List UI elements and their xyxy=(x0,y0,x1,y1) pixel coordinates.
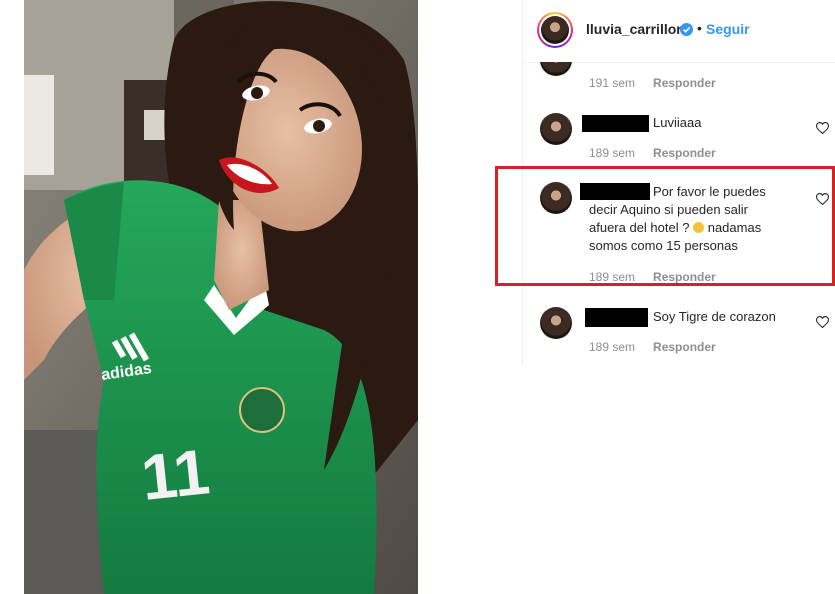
verified-badge-icon xyxy=(680,23,693,36)
comment-text: Soy Tigre de corazon xyxy=(653,309,776,324)
comment-time[interactable]: 191 sem xyxy=(589,76,635,90)
comment-meta: 191 sem Responder xyxy=(589,76,716,90)
comment-time[interactable]: 189 sem xyxy=(589,146,635,160)
post-header: lluvia_carrillor • Seguir xyxy=(523,0,835,63)
comment-avatar[interactable] xyxy=(540,307,572,339)
follow-button[interactable]: Seguir xyxy=(706,21,750,37)
reply-button[interactable]: Responder xyxy=(653,76,716,90)
heart-icon[interactable] xyxy=(816,316,829,328)
heart-icon[interactable] xyxy=(816,122,829,134)
comment-time[interactable]: 189 sem xyxy=(589,340,635,354)
profile-avatar[interactable] xyxy=(537,12,573,48)
username-link[interactable]: lluvia_carrillor xyxy=(586,21,682,37)
highlight-box xyxy=(495,166,835,286)
comment-meta: 189 sem Responder xyxy=(589,146,716,160)
separator-dot: • xyxy=(697,20,702,36)
comment-meta: 189 sem Responder xyxy=(589,340,716,354)
post-photo[interactable]: adidas 11 xyxy=(24,0,418,594)
reply-button[interactable]: Responder xyxy=(653,340,716,354)
jersey-number: 11 xyxy=(138,435,213,514)
comment-text: Luviiaaa xyxy=(653,115,702,130)
redacted-username xyxy=(585,308,648,327)
reply-button[interactable]: Responder xyxy=(653,146,716,160)
selfie-image: adidas 11 xyxy=(24,0,418,594)
redacted-username xyxy=(582,115,649,132)
comment-avatar[interactable] xyxy=(540,113,572,145)
